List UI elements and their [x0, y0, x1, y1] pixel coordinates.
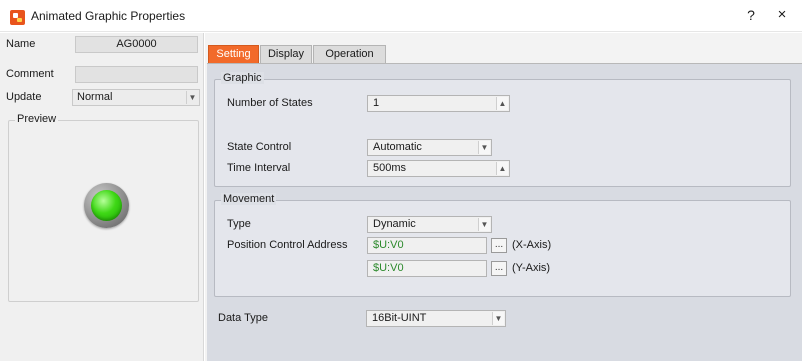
update-label: Update [6, 91, 42, 103]
update-select-value: Normal [77, 91, 113, 103]
window-title: Animated Graphic Properties [31, 9, 186, 23]
graphic-legend: Graphic [221, 72, 264, 84]
movement-type-label: Type [227, 218, 251, 230]
movement-group: Movement Type Dynamic ▼ Position Control… [214, 193, 791, 297]
x-axis-label: (X-Axis) [512, 239, 552, 251]
left-panel: Name AG0000 Comment Update Normal ▼ Prev… [0, 33, 204, 361]
animated-graphic-app-icon [10, 10, 25, 25]
title-bar: Animated Graphic Properties ? × [0, 0, 802, 32]
help-button[interactable]: ? [742, 6, 760, 24]
data-type-label: Data Type [218, 312, 268, 324]
number-of-states-stepper[interactable]: 1 ▲ [367, 95, 510, 112]
movement-legend: Movement [221, 193, 277, 205]
update-select[interactable]: Normal ▼ [72, 89, 200, 106]
state-control-value: Automatic [373, 141, 422, 153]
movement-type-value: Dynamic [373, 218, 416, 230]
preview-lamp-icon [84, 183, 129, 228]
movement-type-select[interactable]: Dynamic ▼ [367, 216, 492, 233]
y-axis-label: (Y-Axis) [512, 262, 551, 274]
tab-operation[interactable]: Operation [313, 45, 386, 63]
comment-label: Comment [6, 68, 54, 80]
time-interval-label: Time Interval [227, 162, 291, 174]
position-control-address-label: Position Control Address [227, 239, 348, 251]
chevron-down-icon: ▼ [492, 312, 504, 325]
time-interval-stepper[interactable]: 500ms ▲ [367, 160, 510, 177]
number-of-states-value: 1 [373, 97, 380, 109]
name-field[interactable]: AG0000 [75, 36, 198, 53]
number-of-states-label: Number of States [227, 97, 313, 109]
close-button[interactable]: × [773, 6, 791, 24]
state-control-select[interactable]: Automatic ▼ [367, 139, 492, 156]
chevron-down-icon: ▼ [478, 141, 490, 154]
chevron-down-icon: ▼ [478, 218, 490, 231]
spin-up-icon[interactable]: ▲ [496, 97, 508, 110]
right-panel: Setting Display Operation Graphic Number… [205, 33, 802, 361]
tab-setting[interactable]: Setting [208, 45, 259, 63]
tab-display[interactable]: Display [260, 45, 312, 63]
y-axis-browse-button[interactable]: ... [491, 261, 507, 276]
y-axis-address-field[interactable]: $U:V0 [367, 260, 487, 277]
lamp-green-light [91, 190, 122, 221]
graphic-group: Graphic Number of States 1 ▲ State Contr… [214, 72, 791, 187]
chevron-down-icon: ▼ [186, 91, 198, 104]
spin-up-icon[interactable]: ▲ [496, 162, 508, 175]
x-axis-address-field[interactable]: $U:V0 [367, 237, 487, 254]
preview-legend: Preview [15, 113, 59, 125]
comment-field[interactable] [75, 66, 198, 83]
x-axis-browse-button[interactable]: ... [491, 238, 507, 253]
data-type-select[interactable]: 16Bit-UINT ▼ [366, 310, 506, 327]
state-control-label: State Control [227, 141, 292, 153]
time-interval-value: 500ms [373, 162, 407, 174]
setting-content: Graphic Number of States 1 ▲ State Contr… [207, 63, 802, 361]
name-label: Name [6, 38, 36, 50]
data-type-value: 16Bit-UINT [372, 312, 427, 324]
